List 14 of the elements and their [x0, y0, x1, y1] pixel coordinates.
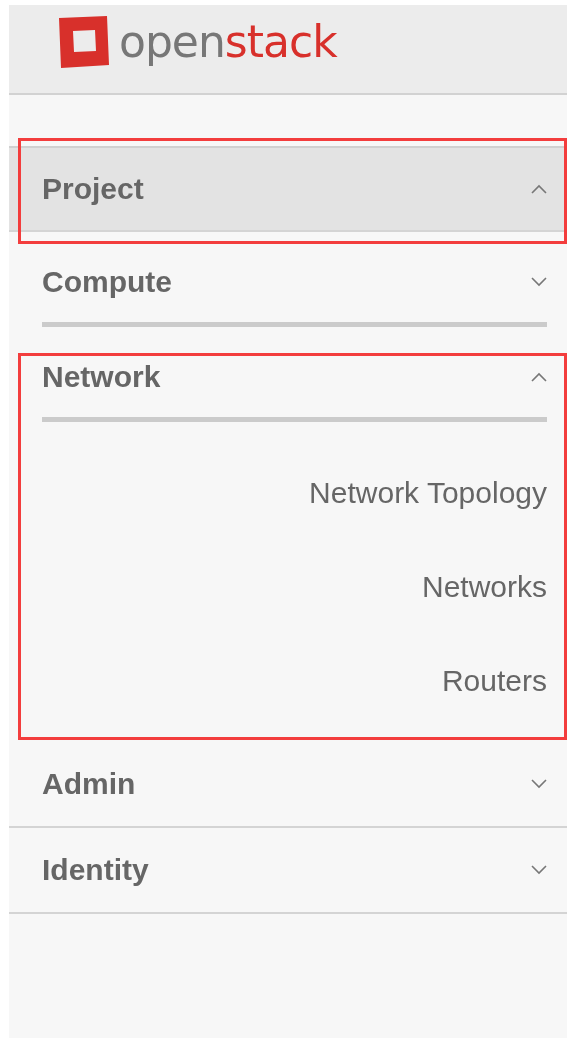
menu-link[interactable]: Networks — [421, 554, 547, 648]
menu-item[interactable]: Identity — [9, 828, 567, 914]
menu-item[interactable]: Network — [42, 327, 547, 422]
chevron-icon — [531, 277, 547, 287]
menu-link[interactable]: Network Topology — [309, 460, 547, 554]
menu-item[interactable]: Compute — [42, 232, 547, 327]
menu-link[interactable]: Routers — [441, 648, 547, 742]
chevron-icon — [531, 865, 547, 875]
chevron-icon — [531, 779, 547, 789]
logo-text: openstack — [119, 15, 337, 67]
chevron-icon — [531, 372, 547, 382]
menu-item[interactable]: Project — [9, 146, 567, 232]
menu-item[interactable]: Admin — [9, 742, 567, 828]
chevron-icon — [531, 184, 547, 194]
